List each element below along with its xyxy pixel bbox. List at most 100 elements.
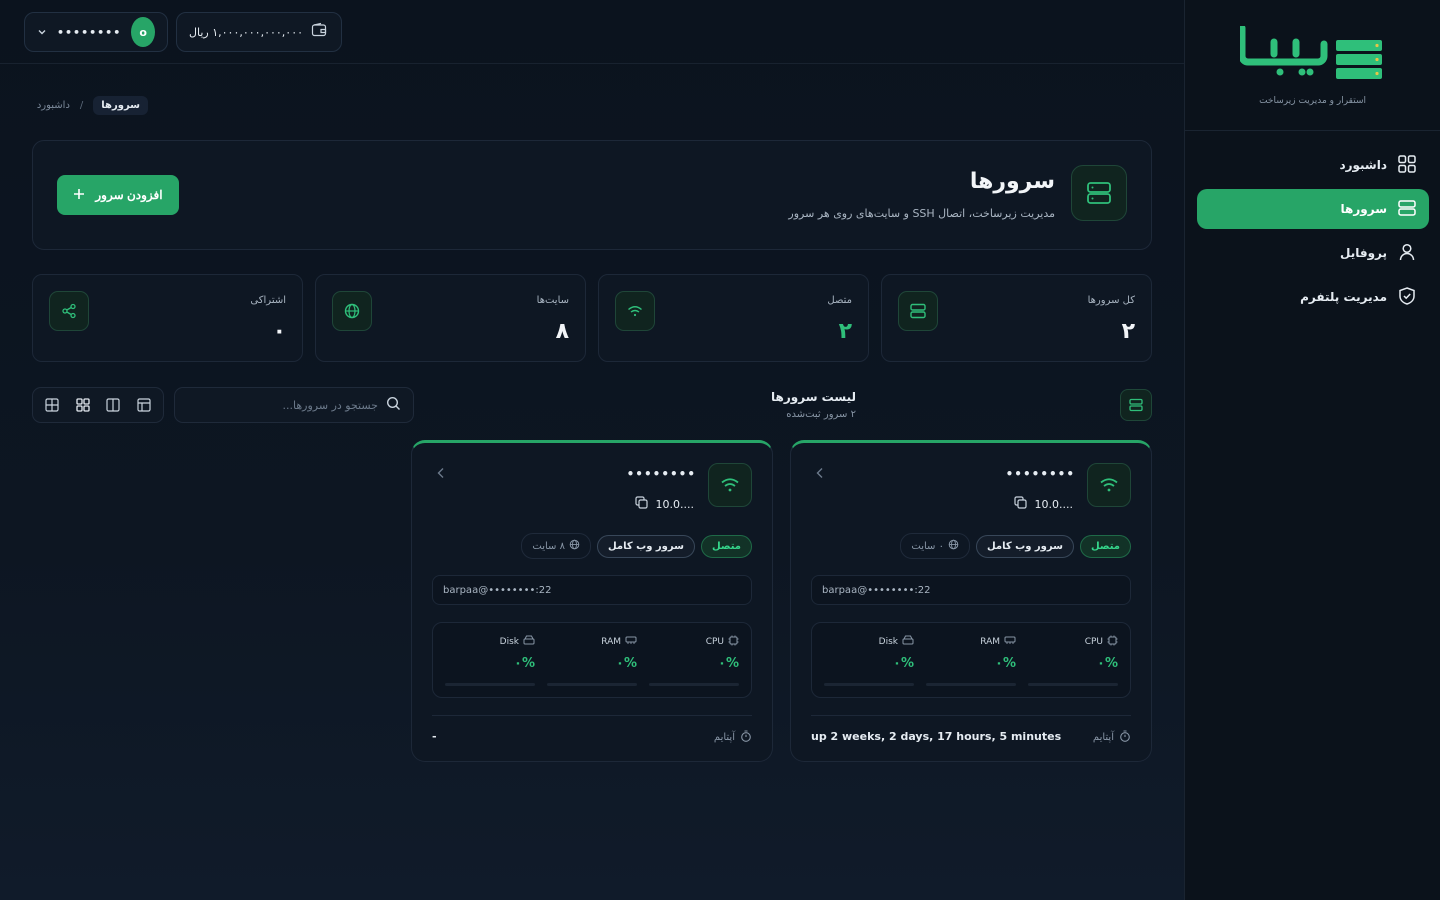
copy-icon[interactable]	[1013, 496, 1027, 512]
chevron-left-icon[interactable]	[436, 467, 446, 483]
sites-count: ۸ سایت	[532, 540, 565, 552]
chevron-down-icon	[37, 27, 47, 37]
metric-ram: RAM ۰%	[926, 623, 1016, 699]
server-ip-text: 10.0....	[1034, 497, 1073, 511]
breadcrumb: سرورها / داشبورد	[37, 96, 148, 115]
view-grid-4-icon[interactable]	[39, 392, 65, 418]
resource-metrics: CPU ۰% RAM ۰% Disk ۰%	[432, 622, 752, 698]
sites-count-badge: ۰ سایت	[900, 533, 970, 559]
uptime-value: -	[432, 730, 437, 743]
server-name: ••••••••	[1005, 467, 1075, 481]
server-list-count: ۲ سرور ثبت‌شده	[786, 409, 856, 420]
disk-icon	[523, 635, 535, 648]
status-badge: متصل	[1079, 534, 1131, 558]
server-ip: 10.0....	[1013, 496, 1073, 512]
stat-shared: اشتراکی ۰	[32, 274, 303, 362]
metric-label: CPU	[1085, 635, 1118, 649]
stat-value: ۲	[838, 319, 852, 344]
wallet-amount: ۱,۰۰۰,۰۰۰,۰۰۰,۰۰۰ ریال	[189, 25, 304, 39]
server-tags: متصل سرور وب کامل ۰ سایت	[900, 533, 1131, 559]
chevron-left-icon[interactable]	[815, 467, 825, 483]
search-input[interactable]	[187, 398, 378, 412]
ram-icon	[1004, 635, 1016, 648]
avatar: o	[131, 17, 155, 47]
stat-value: ۰	[272, 319, 286, 344]
brand-tagline: استقرار و مدیریت زیرساخت	[1259, 96, 1366, 106]
uptime-label: آپتایم	[1093, 730, 1131, 745]
stat-value: ۲	[1121, 319, 1135, 344]
ram-icon	[625, 635, 637, 648]
metric-value: ۰%	[718, 656, 739, 671]
server-icon	[898, 291, 938, 331]
breadcrumb-current: سرورها	[93, 96, 148, 115]
sidebar-item-label: پروفایل	[1339, 246, 1387, 260]
view-columns-icon[interactable]	[100, 392, 126, 418]
user-name: ••••••••	[57, 25, 122, 39]
sidebar-item-label: سرورها	[1340, 202, 1387, 216]
brand-logo[interactable]	[1238, 24, 1384, 82]
server-card[interactable]: •••••••• 10.0.... متصل سرور وب کامل ۸ سا…	[411, 440, 773, 762]
divider	[432, 715, 752, 716]
metric-bar	[1028, 683, 1118, 686]
ssh-connection[interactable]: barpaa@••••••••:22	[811, 575, 1131, 605]
stat-total-servers: کل سرورها ۲	[881, 274, 1152, 362]
breadcrumb-separator: /	[79, 100, 84, 111]
metric-bar	[926, 683, 1016, 686]
metric-value: ۰%	[995, 656, 1016, 671]
sidebar-item-servers[interactable]: سرورها	[1197, 189, 1429, 229]
resource-metrics: CPU ۰% RAM ۰% Disk ۰%	[811, 622, 1131, 698]
view-switcher	[32, 387, 164, 423]
metric-label: RAM	[980, 635, 1016, 648]
server-list-title: لیست سرورها	[771, 390, 856, 404]
ram-label: RAM	[601, 636, 621, 647]
wallet-icon	[311, 22, 327, 42]
metric-bar	[824, 683, 914, 686]
metric-cpu: CPU ۰%	[1028, 623, 1118, 699]
copy-icon[interactable]	[634, 496, 648, 512]
metric-disk: Disk ۰%	[824, 623, 914, 699]
wallet-balance[interactable]: ۱,۰۰۰,۰۰۰,۰۰۰,۰۰۰ ریال	[176, 12, 342, 52]
page-title: سرورها	[969, 169, 1055, 194]
sidebar-item-profile[interactable]: پروفایل	[1197, 233, 1429, 273]
server-search[interactable]	[174, 387, 414, 423]
grid-icon	[1397, 154, 1417, 177]
sidebar: استقرار و مدیریت زیرساخت داشبورد سرورها …	[1184, 0, 1440, 900]
metric-value: ۰%	[616, 656, 637, 671]
breadcrumb-dashboard[interactable]: داشبورد	[37, 100, 70, 111]
user-menu[interactable]: •••••••• o	[24, 12, 168, 52]
shield-check-icon	[1397, 286, 1417, 309]
stat-label: کل سرورها	[1087, 295, 1135, 306]
ram-label: RAM	[980, 636, 1000, 647]
wifi-icon	[615, 291, 655, 331]
sidebar-item-dashboard[interactable]: داشبورد	[1197, 145, 1429, 185]
page-header: سرورها مدیریت زیرساخت، اتصال SSH و سایت‌…	[32, 140, 1152, 250]
server-name: ••••••••	[626, 467, 696, 481]
stat-value: ۸	[555, 319, 569, 344]
add-server-button[interactable]: افزودن سرور	[57, 175, 179, 215]
metric-label: Disk	[500, 635, 535, 648]
server-card[interactable]: •••••••• 10.0.... متصل سرور وب کامل ۰ سا…	[790, 440, 1152, 762]
stat-label: اشتراکی	[250, 295, 286, 306]
metric-bar	[649, 683, 739, 686]
metric-disk: Disk ۰%	[445, 623, 535, 699]
sites-count-badge: ۸ سایت	[521, 533, 591, 559]
cpu-label: CPU	[1084, 637, 1103, 647]
sidebar-item-platform-admin[interactable]: مدیریت پلتفرم	[1197, 277, 1429, 317]
sidebar-item-label: مدیریت پلتفرم	[1300, 290, 1387, 304]
server-list-icon	[1120, 389, 1152, 421]
stat-sites: سایت‌ها ۸	[315, 274, 586, 362]
cpu-label: CPU	[705, 637, 724, 647]
view-cards-icon[interactable]	[70, 392, 96, 418]
main-area: •••••••• o ۱,۰۰۰,۰۰۰,۰۰۰,۰۰۰ ریال سرورها…	[0, 0, 1184, 900]
globe-icon	[948, 539, 959, 553]
metric-value: ۰%	[893, 656, 914, 671]
disk-label: Disk	[878, 636, 898, 647]
server-tags: متصل سرور وب کامل ۸ سایت	[521, 533, 752, 559]
metric-label: CPU	[706, 635, 739, 649]
globe-icon	[332, 291, 372, 331]
ssh-connection[interactable]: barpaa@••••••••:22	[432, 575, 752, 605]
cpu-icon	[728, 635, 739, 649]
view-table-icon[interactable]	[131, 392, 157, 418]
server-ip: 10.0....	[634, 496, 694, 512]
search-icon	[386, 396, 401, 415]
